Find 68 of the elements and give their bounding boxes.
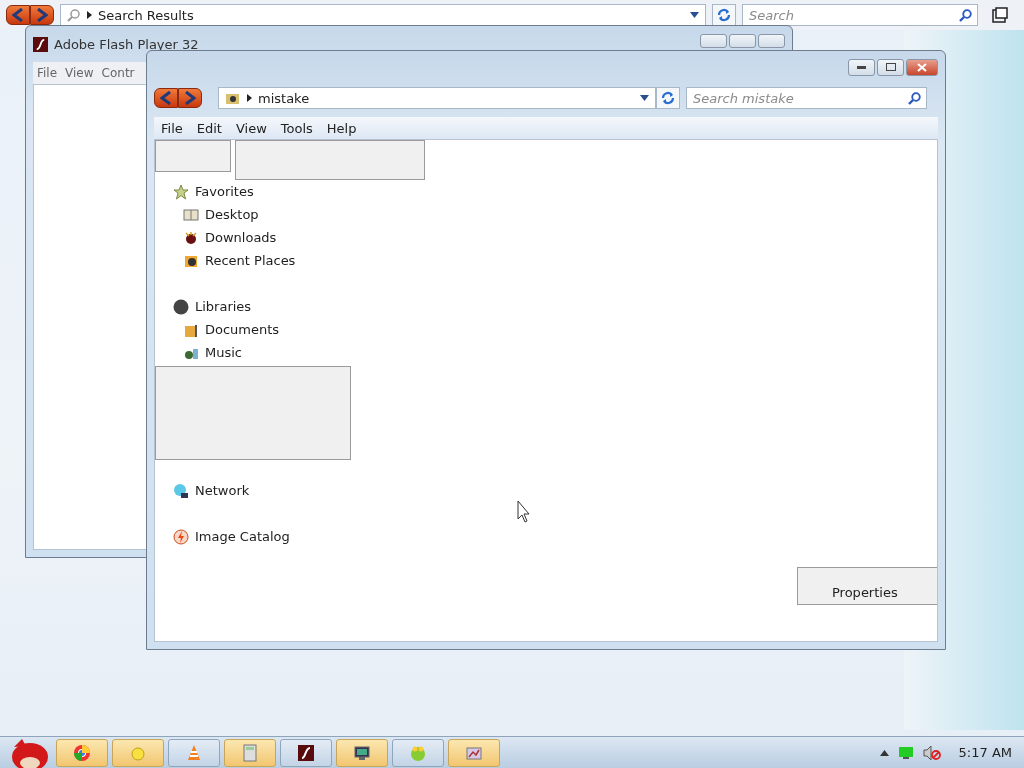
nav-item[interactable]: Documents [173,318,375,341]
refresh-button[interactable] [656,87,680,109]
window-icon[interactable] [992,7,1008,23]
browser-icon [73,743,91,762]
close-button[interactable] [906,58,938,76]
maximize-icon [885,63,896,71]
nav-item[interactable]: Downloads [173,226,375,249]
book-icon [183,206,199,223]
back-button[interactable] [154,88,178,108]
bug-icon [183,229,199,246]
muted-speaker-icon[interactable] [922,744,941,761]
menu-item[interactable]: View [228,120,274,136]
taskbar-button[interactable] [280,738,332,767]
search-icon[interactable] [908,91,921,105]
flash-icon [297,743,315,762]
address-text: mistake [258,90,311,106]
nav-item[interactable]: Libraries [173,295,375,318]
address-bar[interactable]: Search Results [60,4,706,26]
caret-up-icon[interactable] [879,749,889,756]
taskbar-button[interactable] [336,738,388,767]
minimize-button[interactable] [848,58,875,76]
mouse-pointer-icon [517,500,531,524]
close-button[interactable] [758,34,785,48]
menu-item[interactable]: Tools [273,120,320,136]
search-icon [67,8,81,22]
menu-item[interactable]: File [33,66,62,80]
window-title: Adobe Flash Player 32 [54,36,200,52]
calculator-icon [241,743,259,762]
monitor-icon[interactable] [898,746,913,759]
nav-item[interactable]: Recent Places [173,249,375,272]
lightning-icon [173,528,189,545]
menu-item[interactable]: View [61,66,98,80]
dropdown-caret-icon[interactable] [640,95,649,101]
search-icon[interactable] [959,8,972,22]
properties-label: Properties [832,585,898,600]
refresh-icon [717,8,731,22]
nav-item[interactable]: Image Catalog [173,525,375,548]
forward-button[interactable] [30,5,54,25]
menu-item[interactable]: Contr [97,66,139,80]
refresh-button[interactable] [712,4,736,26]
monitor-icon [353,743,371,762]
menu-item[interactable]: File [154,120,190,136]
network-globe-icon [173,482,189,499]
folder-icon [225,91,241,105]
close-icon [917,62,927,72]
minimize-icon [857,65,866,69]
nav-item[interactable]: Network [173,479,375,502]
search-field[interactable]: Search mistake [686,87,927,109]
flash-icon [33,36,48,52]
star-icon [173,183,189,200]
menu-item[interactable]: Edit [189,120,229,136]
circle-icon [173,298,189,315]
search-field[interactable]: Search [742,4,978,26]
refresh-icon [661,91,675,105]
back-button[interactable] [6,5,30,25]
forward-button[interactable] [178,88,202,108]
traffic-cone-icon [185,743,203,762]
breadcrumb-arrow-icon [247,94,252,102]
clock[interactable]: 5:17 AM [958,745,1012,760]
nav-item[interactable]: Desktop [173,203,375,226]
address-bar[interactable]: mistake [218,87,656,109]
nav-item[interactable]: Music [173,341,375,364]
menu-item[interactable]: Help [319,120,364,136]
dropdown-caret-icon[interactable] [690,12,699,18]
breadcrumb-arrow-icon [87,11,92,19]
address-text: Search Results [98,7,195,23]
nav-item[interactable]: Favorites [173,180,375,203]
maximize-button[interactable] [877,58,904,76]
